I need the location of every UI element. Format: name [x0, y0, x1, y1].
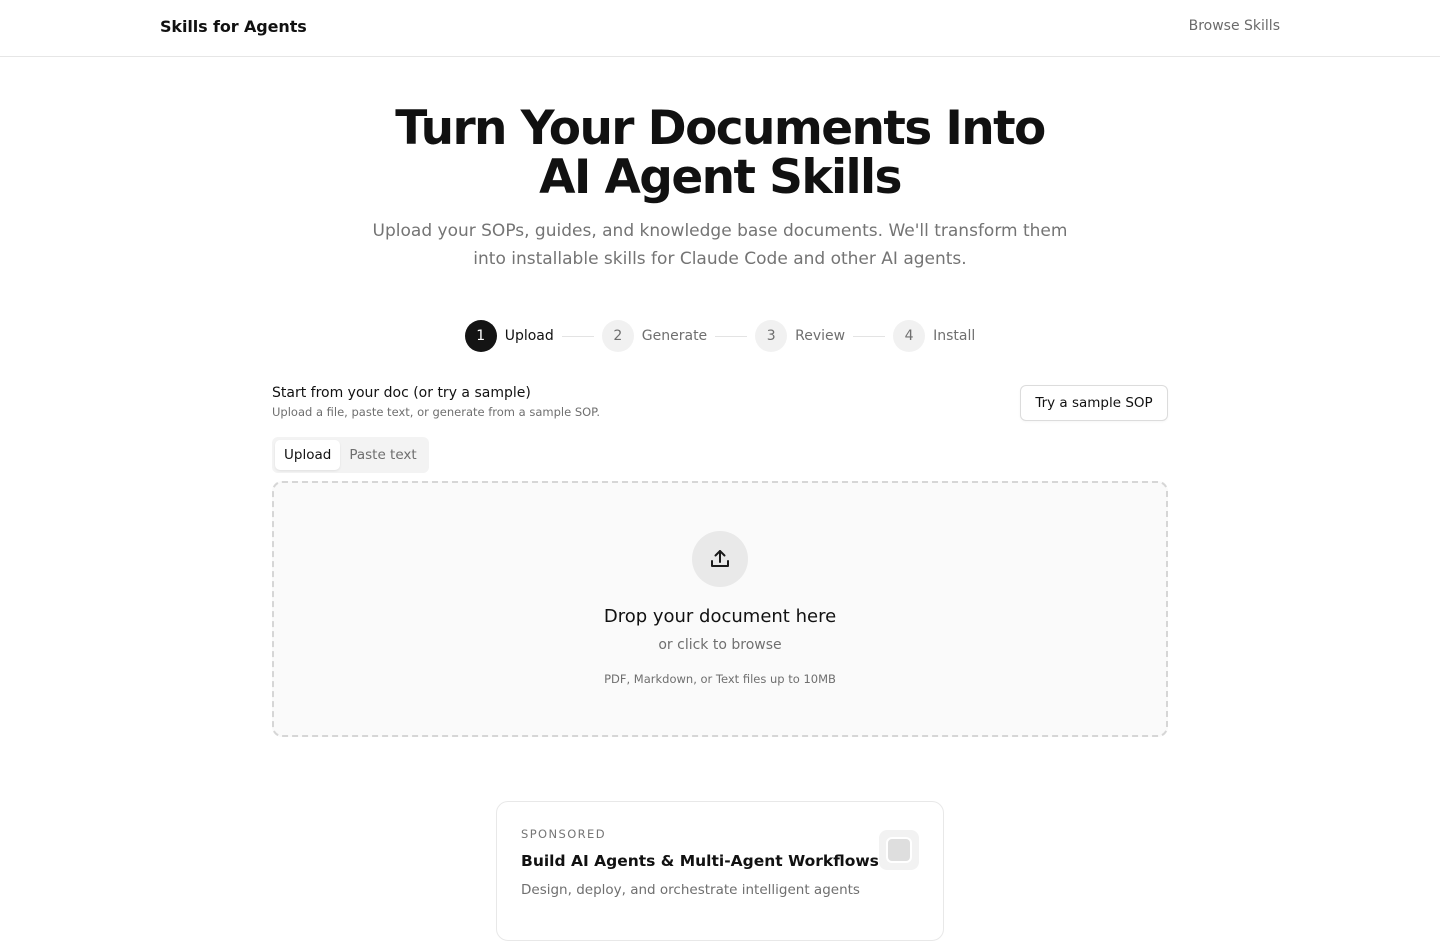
input-mode-tabs: Upload Paste text: [272, 437, 429, 473]
step-label: Generate: [641, 328, 708, 344]
step-connector: [561, 335, 594, 337]
sponsor-title[interactable]: Build AI Agents & Multi-Agent Workflows: [521, 852, 879, 870]
step-number-badge: 2: [601, 320, 634, 352]
top-navigation-bar: Skills for Agents Browse Skills: [0, 0, 1440, 57]
try-sample-sop-button[interactable]: Try a sample SOP: [1020, 385, 1168, 421]
step-number-badge: 4: [893, 320, 926, 352]
upload-icon: [692, 531, 748, 587]
file-dropzone[interactable]: Drop your document here or click to brow…: [272, 481, 1168, 737]
step-connector: [715, 335, 748, 337]
sponsored-card[interactable]: SPONSORED Build AI Agents & Multi-Agent …: [496, 801, 944, 941]
sponsor-description: Design, deploy, and orchestrate intellig…: [521, 882, 860, 898]
step-review: 3 Review: [755, 320, 845, 352]
sponsor-logo-icon: [879, 830, 919, 870]
tab-upload[interactable]: Upload: [275, 440, 341, 470]
step-label: Install: [933, 328, 976, 344]
step-upload: 1 Upload: [464, 320, 554, 352]
step-label: Upload: [504, 328, 554, 344]
step-label: Review: [795, 328, 846, 344]
step-install: 4 Install: [893, 320, 975, 352]
browse-skills-link[interactable]: Browse Skills: [1189, 18, 1280, 34]
page-title-line-2: AI Agent Skills: [539, 150, 902, 205]
step-connector: [853, 335, 886, 337]
brand-logo-text[interactable]: Skills for Agents: [160, 17, 307, 36]
progress-stepper: 1 Upload 2 Generate 3 Review 4 Install: [0, 320, 1440, 352]
dropzone-file-types-hint: PDF, Markdown, or Text files up to 10MB: [604, 672, 836, 686]
input-section-title: Start from your doc (or try a sample): [272, 385, 531, 401]
sponsor-logo-mark: [886, 837, 912, 863]
input-section-subtitle: Upload a file, paste text, or generate f…: [272, 405, 600, 419]
step-generate: 2 Generate: [601, 320, 708, 352]
dropzone-title: Drop your document here: [603, 606, 837, 627]
step-number-badge: 1: [464, 320, 497, 352]
dropzone-browse-text: or click to browse: [658, 637, 782, 653]
step-number-badge: 3: [755, 320, 788, 352]
page-title: Turn Your Documents Into AI Agent Skills: [0, 104, 1440, 202]
page-subtitle: Upload your SOPs, guides, and knowledge …: [372, 221, 1068, 269]
sponsored-label: SPONSORED: [521, 827, 606, 841]
tab-paste-text[interactable]: Paste text: [340, 440, 425, 470]
page-title-line-1: Turn Your Documents Into: [395, 101, 1046, 156]
